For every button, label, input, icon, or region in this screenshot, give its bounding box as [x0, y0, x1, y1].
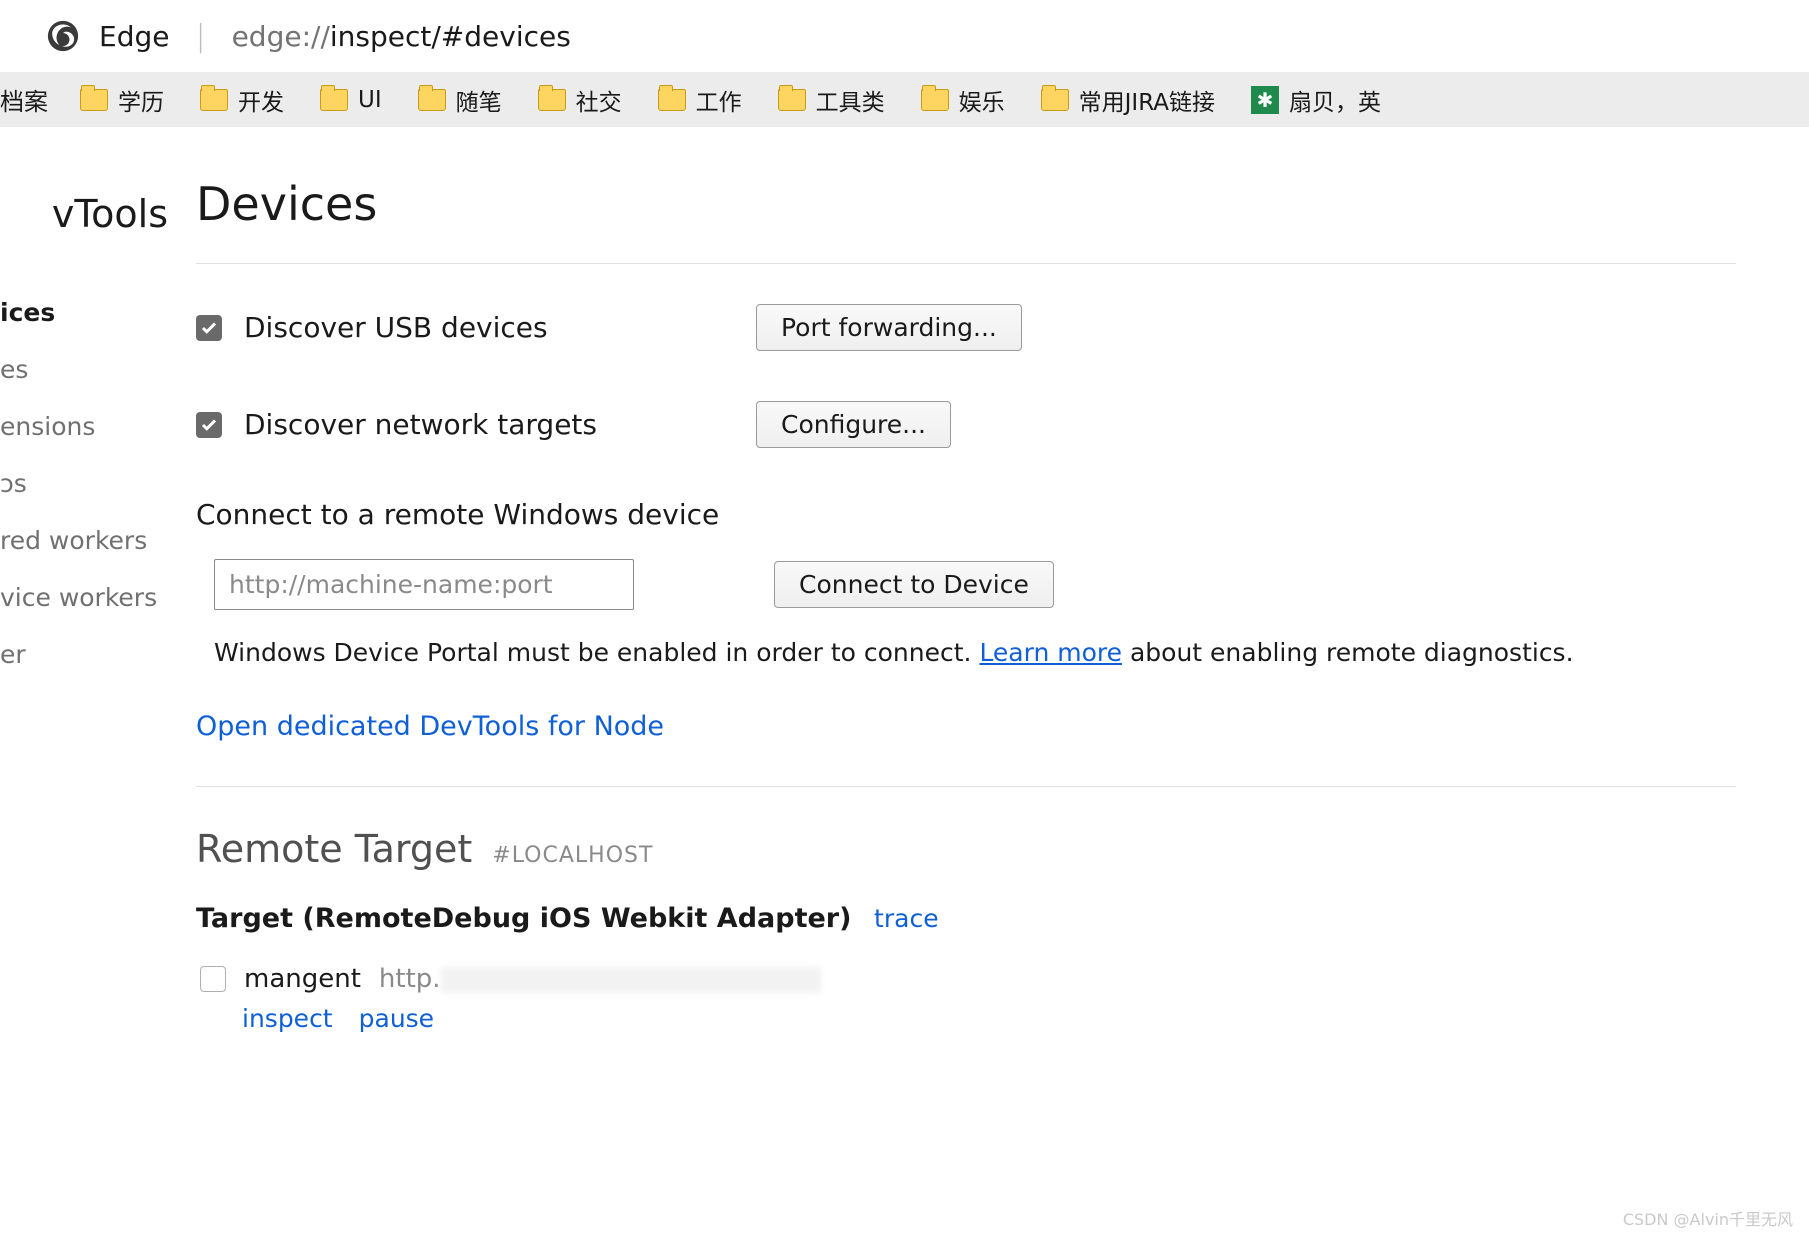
- discover-network-label: Discover network targets: [244, 408, 597, 441]
- bookmark-label: 扇贝，英: [1289, 83, 1381, 117]
- bookmark-folder[interactable]: UI: [302, 87, 400, 113]
- check-icon: [200, 416, 218, 434]
- url-display[interactable]: edge://inspect/#devices: [232, 20, 571, 53]
- sidebar-title: vTools: [0, 192, 196, 236]
- app-tile-icon: ✱: [1251, 86, 1279, 114]
- sidebar-item-pages[interactable]: es: [0, 341, 196, 398]
- folder-icon: [200, 89, 228, 111]
- bookmark-label: 常用JIRA链接: [1079, 83, 1215, 117]
- bookmark-folder[interactable]: 开发: [182, 83, 302, 117]
- edge-logo-icon: [45, 18, 81, 54]
- main-content: Devices Discover USB devices Port forwar…: [196, 127, 1776, 1073]
- target-label-paren: (RemoteDebug iOS Webkit Adapter): [302, 903, 851, 934]
- remote-target-title: Remote Target: [196, 827, 472, 871]
- bookmark-folder[interactable]: 社交: [520, 83, 640, 117]
- sidebar-item-other[interactable]: er: [0, 626, 196, 683]
- address-bar: Edge | edge://inspect/#devices: [0, 0, 1809, 72]
- bookmark-app[interactable]: ✱ 扇贝，英: [1233, 83, 1399, 117]
- open-devtools-node-link[interactable]: Open dedicated DevTools for Node: [196, 711, 664, 742]
- connect-device-button[interactable]: Connect to Device: [774, 561, 1054, 608]
- divider: [196, 263, 1736, 264]
- bookmark-folder[interactable]: 工具类: [760, 83, 903, 117]
- folder-icon: [921, 89, 949, 111]
- bookmark-label: 娱乐: [959, 83, 1005, 117]
- discover-usb-label: Discover USB devices: [244, 311, 548, 344]
- sidebar: vTools ices es ensions ᴐs red workers vi…: [0, 127, 196, 1073]
- bookmark-folder[interactable]: 娱乐: [903, 83, 1023, 117]
- target-favicon-placeholder: [200, 966, 226, 992]
- url-host: edge://: [232, 20, 330, 53]
- pause-link[interactable]: pause: [359, 1004, 434, 1033]
- bookmark-folder[interactable]: 工作: [640, 83, 760, 117]
- remote-address-input[interactable]: [214, 559, 634, 610]
- remote-windows-label: Connect to a remote Windows device: [196, 498, 1736, 531]
- inspect-link[interactable]: inspect: [242, 1004, 333, 1033]
- bookmark-label: 学历: [118, 83, 164, 117]
- configure-button[interactable]: Configure...: [756, 401, 951, 448]
- target-heading: Target (RemoteDebug iOS Webkit Adapter) …: [196, 903, 1736, 934]
- folder-icon: [658, 89, 686, 111]
- folder-icon: [778, 89, 806, 111]
- watermark: CSDN @Alvin千里无风: [1623, 1206, 1793, 1230]
- bookmark-label: 工作: [696, 83, 742, 117]
- folder-icon: [80, 89, 108, 111]
- sidebar-item-devices[interactable]: ices: [0, 284, 196, 341]
- bookmark-folder[interactable]: 随笔: [400, 83, 520, 117]
- url-path: inspect/#devices: [330, 20, 571, 53]
- discover-usb-checkbox[interactable]: [196, 315, 222, 341]
- trace-link[interactable]: trace: [874, 904, 939, 933]
- target-entry-name: mangent: [244, 964, 361, 994]
- folder-icon: [320, 89, 348, 111]
- bookmarks-bar: 档案 学历 开发 UI 随笔 社交 工作 工具类 娱乐 常用JIRA链接 ✱ 扇贝…: [0, 72, 1809, 127]
- learn-more-link[interactable]: Learn more: [979, 638, 1122, 667]
- bookmark-folder[interactable]: 学历: [62, 83, 182, 117]
- page-title: Devices: [196, 177, 1736, 231]
- sidebar-item-shared-workers[interactable]: red workers: [0, 512, 196, 569]
- remote-hint: Windows Device Portal must be enabled in…: [196, 638, 1736, 667]
- bookmark-label: 工具类: [816, 83, 885, 117]
- bookmark-label: 开发: [238, 83, 284, 117]
- discover-network-checkbox[interactable]: [196, 412, 222, 438]
- bookmark-folder[interactable]: 常用JIRA链接: [1023, 83, 1233, 117]
- address-separator: |: [195, 19, 205, 54]
- check-icon: [200, 319, 218, 337]
- bookmark-truncated-left[interactable]: 档案: [0, 82, 62, 117]
- target-entry: mangent http.: [196, 964, 1736, 994]
- hint-text-post: about enabling remote diagnostics.: [1122, 638, 1574, 667]
- divider: [196, 786, 1736, 787]
- app-name: Edge: [99, 20, 169, 53]
- folder-icon: [538, 89, 566, 111]
- folder-icon: [1041, 89, 1069, 111]
- sidebar-item-extensions[interactable]: ensions: [0, 398, 196, 455]
- redacted-url: [441, 967, 821, 993]
- port-forwarding-button[interactable]: Port forwarding...: [756, 304, 1022, 351]
- sidebar-item-apps[interactable]: ᴐs: [0, 455, 196, 512]
- remote-target-heading: Remote Target #LOCALHOST: [196, 827, 1736, 871]
- target-entry-url: http.: [379, 964, 821, 994]
- target-label-pre: Target: [196, 903, 302, 934]
- bookmark-label: 社交: [576, 83, 622, 117]
- bookmark-label: 随笔: [456, 83, 502, 117]
- remote-target-tag: #LOCALHOST: [492, 843, 653, 868]
- hint-text-pre: Windows Device Portal must be enabled in…: [214, 638, 979, 667]
- sidebar-item-service-workers[interactable]: vice workers: [0, 569, 196, 626]
- folder-icon: [418, 89, 446, 111]
- bookmark-label: UI: [358, 87, 382, 113]
